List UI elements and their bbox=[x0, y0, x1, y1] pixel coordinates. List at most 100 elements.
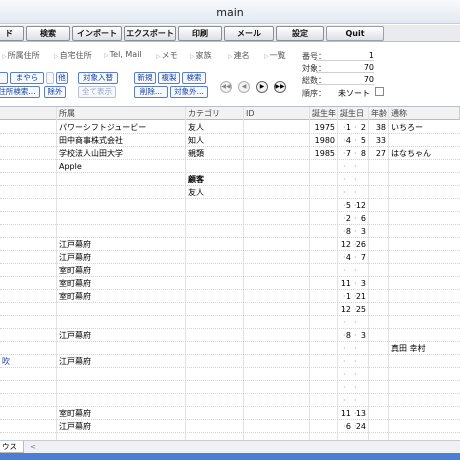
crumb-tel-mail[interactable]: ▷Tel, Mail bbox=[104, 50, 142, 59]
cell-age bbox=[369, 420, 388, 433]
table-row[interactable]: · · bbox=[0, 368, 460, 381]
toolbar-button-export[interactable]: エクスポート bbox=[124, 26, 176, 41]
cell-org: 江戸幕府 bbox=[59, 331, 91, 340]
toolbar-button-record[interactable]: ド bbox=[0, 26, 24, 41]
table-row[interactable]: 2 6 · · bbox=[0, 212, 460, 225]
header-id[interactable]: ID bbox=[244, 107, 310, 120]
toolbar-button-search[interactable]: 検索 bbox=[26, 26, 70, 41]
index-button-a[interactable] bbox=[0, 72, 8, 84]
crumb-family[interactable]: ▷家族 bbox=[190, 50, 212, 61]
table-row[interactable]: · · bbox=[0, 394, 460, 407]
table-row[interactable]: 田中商事株式会社 知人 1980 4 5 33 · · bbox=[0, 134, 460, 147]
search-button[interactable]: 検索 bbox=[182, 72, 206, 84]
table-row[interactable]: 江戸幕府 12 26 · · bbox=[0, 238, 460, 251]
cell-org: 江戸幕府 bbox=[59, 253, 91, 262]
layout-tab[interactable]: ウス bbox=[0, 441, 24, 453]
non-target-button[interactable]: 対象外... bbox=[170, 86, 208, 98]
next-record-icon[interactable]: ▶ bbox=[256, 81, 268, 93]
prev-record-icon[interactable]: ◀ bbox=[238, 81, 250, 93]
last-record-icon[interactable]: ▶▶ bbox=[274, 81, 286, 93]
toolbar-button-settings[interactable]: 設定 bbox=[276, 26, 324, 41]
cell-age bbox=[369, 238, 388, 251]
table-row[interactable]: 室町幕府 1 21 · · bbox=[0, 290, 460, 303]
address-search-button[interactable]: 住所検索... bbox=[0, 86, 40, 98]
table-row[interactable]: 江戸幕府 4 7 · · bbox=[0, 251, 460, 264]
table-row[interactable]: · · bbox=[0, 316, 460, 329]
table-row[interactable]: 学校法人山田大学 親類 1985 7 8 27 はなちゃん · · bbox=[0, 147, 460, 160]
window-titlebar: main bbox=[0, 0, 460, 24]
date-separator: · bbox=[343, 396, 346, 405]
cell-name bbox=[0, 225, 56, 238]
cell-age bbox=[369, 160, 388, 173]
cell-name bbox=[0, 121, 56, 134]
header-org[interactable]: 所属 bbox=[57, 107, 186, 120]
scroll-left-icon[interactable]: < bbox=[30, 443, 38, 451]
cell-org: 学校法人山田大学 bbox=[59, 149, 123, 158]
toolbar-button-print[interactable]: 印刷 bbox=[178, 26, 222, 41]
table-row[interactable]: 室町幕府 11 3 · · bbox=[0, 277, 460, 290]
cell-year bbox=[310, 238, 337, 251]
header-nickname[interactable]: 通称 bbox=[389, 107, 460, 120]
table-row[interactable]: Apple · · bbox=[0, 160, 460, 173]
sort-checkbox[interactable] bbox=[375, 87, 384, 96]
cell-cat: 親類 bbox=[188, 149, 204, 158]
index-button-mayara[interactable]: まやら bbox=[10, 72, 44, 84]
header-birth-year[interactable]: 誕生年 bbox=[310, 107, 338, 120]
crumb-list[interactable]: ▷一覧 bbox=[264, 50, 286, 61]
toolbar-button-import[interactable]: インポート bbox=[72, 26, 122, 41]
header-age[interactable]: 年齢 bbox=[369, 107, 389, 120]
exclude-button[interactable]: 除外 bbox=[44, 86, 66, 98]
table-row[interactable]: 真田 幸村 · · bbox=[0, 342, 460, 355]
table-row[interactable]: パワーシフトジュービー 友人 1975 1 2 38 いちろー · · bbox=[0, 121, 460, 134]
cell-org bbox=[57, 316, 185, 329]
date-separator: · bbox=[354, 162, 357, 171]
cell-org: 室町幕府 bbox=[59, 409, 91, 418]
cell-name bbox=[0, 264, 56, 277]
table-row[interactable]: 吹 江戸幕府 · · bbox=[0, 355, 460, 368]
table-row[interactable]: 江戸幕府 8 3 · · bbox=[0, 329, 460, 342]
date-separator: · bbox=[354, 344, 357, 353]
crumb-org-address[interactable]: ▷所属住所 bbox=[2, 50, 40, 61]
toolbar-button-mail[interactable]: メール bbox=[224, 26, 274, 41]
show-all-button[interactable]: 全て表示 bbox=[78, 86, 116, 98]
cell-name: 吹 bbox=[2, 357, 10, 366]
cell-org bbox=[57, 303, 185, 316]
index-button-other[interactable]: 他 bbox=[56, 72, 68, 84]
crumb-memo[interactable]: ▷メモ bbox=[156, 50, 178, 61]
table-row[interactable]: 5 12 · · bbox=[0, 199, 460, 212]
cell-nick: 真田 幸村 bbox=[391, 344, 426, 353]
delete-button[interactable]: 削除... bbox=[134, 86, 168, 98]
header-category[interactable]: カテゴリ bbox=[186, 107, 244, 120]
crumb-home-address[interactable]: ▷自宅住所 bbox=[54, 50, 92, 61]
new-button[interactable]: 新規 bbox=[134, 72, 156, 84]
header-birthday[interactable]: 誕生日 bbox=[338, 107, 369, 120]
crumb-joint-name[interactable]: ▷連名 bbox=[228, 50, 250, 61]
date-separator: · bbox=[354, 292, 357, 301]
swap-target-button[interactable]: 対象入替 bbox=[78, 72, 118, 84]
sort-order-value[interactable]: 未ソート bbox=[338, 88, 370, 99]
cell-year bbox=[310, 199, 337, 212]
table-row[interactable]: 12 25 · · bbox=[0, 303, 460, 316]
duplicate-button[interactable]: 複製 bbox=[158, 72, 180, 84]
cell-name bbox=[0, 407, 56, 420]
date-separator: · bbox=[354, 214, 357, 223]
horizontal-scrollbar[interactable] bbox=[0, 453, 460, 460]
cell-org bbox=[57, 368, 185, 381]
table-row[interactable]: 友人 · · bbox=[0, 186, 460, 199]
table-row[interactable]: 室町幕府 11 13 · · bbox=[0, 407, 460, 420]
header-name[interactable] bbox=[0, 107, 57, 120]
first-record-icon[interactable]: ◀◀ bbox=[220, 81, 232, 93]
table-row[interactable]: · · bbox=[0, 381, 460, 394]
table-row[interactable]: 顧客 · · bbox=[0, 173, 460, 186]
cell-age bbox=[369, 264, 388, 277]
index-button-wa[interactable] bbox=[46, 72, 54, 84]
table-row[interactable]: 8 3 · · bbox=[0, 225, 460, 238]
table-row[interactable]: 室町幕府 · · bbox=[0, 264, 460, 277]
date-separator: · bbox=[354, 253, 357, 262]
toolbar-button-quit[interactable]: Quit bbox=[326, 26, 384, 41]
date-separator: · bbox=[343, 188, 346, 197]
cell-year bbox=[310, 407, 337, 420]
table-row[interactable]: 江戸幕府 6 24 · · bbox=[0, 420, 460, 433]
cell-org: 室町幕府 bbox=[59, 266, 91, 275]
date-separator: · bbox=[354, 188, 357, 197]
